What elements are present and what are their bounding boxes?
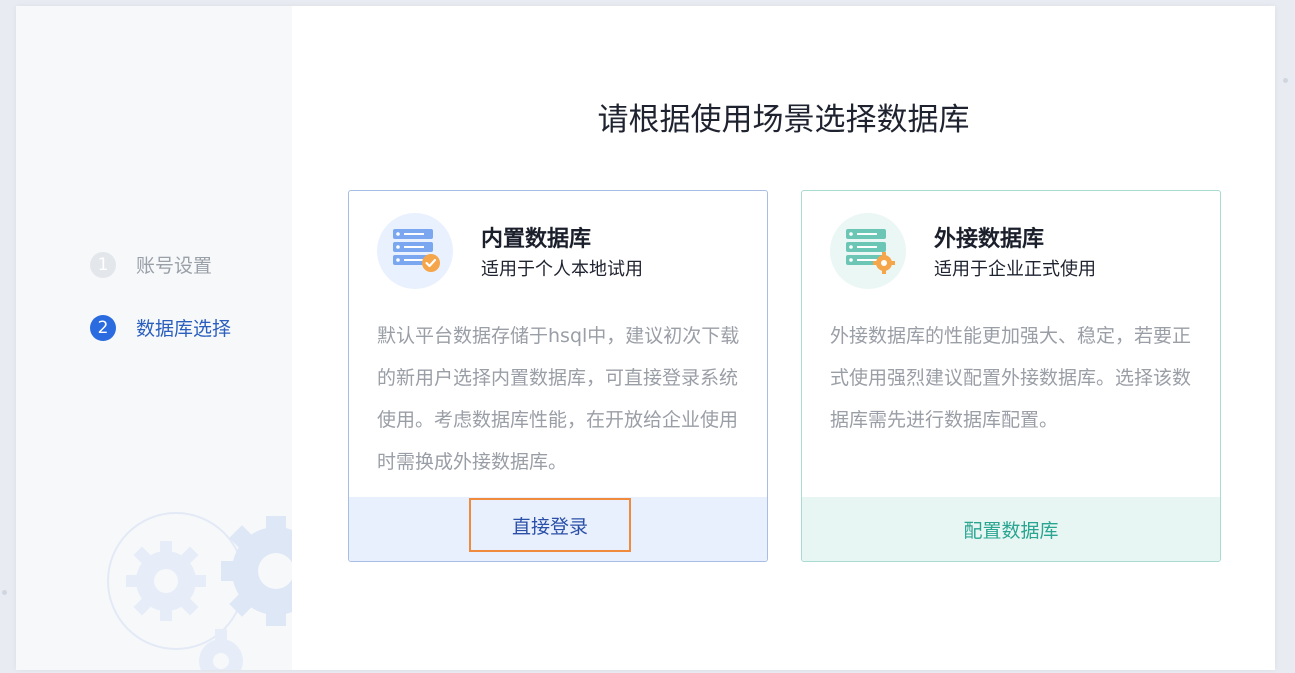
sidebar: 1 账号设置 2 数据库选择 — [16, 6, 292, 670]
server-check-icon — [377, 213, 453, 289]
gears-decoration-icon — [107, 512, 292, 670]
card-title: 内置数据库 — [481, 227, 592, 252]
card-title: 外接数据库 — [934, 227, 1045, 252]
configure-database-button[interactable]: 配置数据库 — [802, 497, 1220, 561]
step-database-selection[interactable]: 2 数据库选择 — [90, 314, 231, 341]
direct-login-button[interactable]: 直接登录 — [469, 498, 631, 552]
server-gear-icon — [830, 213, 906, 289]
step-label: 账号设置 — [136, 255, 213, 277]
builtin-database-card[interactable]: 内置数据库 适用于个人本地试用 默认平台数据存储于hsql中，建议初次下载的新用… — [348, 190, 768, 562]
card-description: 外接数据库的性能更加强大、稳定，若要正式使用强烈建议配置外接数据库。选择该数据库… — [830, 325, 1192, 431]
card-description: 默认平台数据存储于hsql中，建议初次下载的新用户选择内置数据库，可直接登录系统… — [377, 325, 740, 473]
step-number: 2 — [90, 314, 116, 341]
setup-window: 1 账号设置 2 数据库选择 请根据使用场景选择数据库 内置数据库 适用于个人本… — [16, 6, 1275, 670]
card-subtitle: 适用于企业正式使用 — [934, 259, 1096, 280]
background-dot — [1283, 78, 1288, 83]
step-label: 数据库选择 — [136, 318, 232, 340]
page-title: 请根据使用场景选择数据库 — [597, 102, 970, 138]
background-dot — [2, 590, 7, 595]
card-footer: 直接登录 — [349, 497, 767, 561]
step-account-settings[interactable]: 1 账号设置 — [90, 251, 212, 278]
step-number: 1 — [90, 251, 116, 278]
external-database-card[interactable]: 外接数据库 适用于企业正式使用 外接数据库的性能更加强大、稳定，若要正式使用强烈… — [801, 190, 1221, 562]
card-subtitle: 适用于个人本地试用 — [481, 259, 643, 280]
